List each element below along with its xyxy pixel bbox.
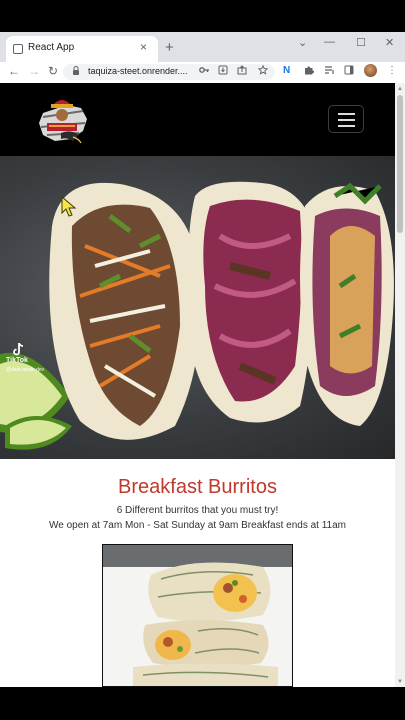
section-subtitle: 6 Different burritos that you must try! bbox=[116, 505, 279, 516]
page-favicon-icon bbox=[13, 44, 23, 54]
tab-close-icon[interactable]: × bbox=[140, 40, 147, 54]
burritos-photo bbox=[102, 544, 293, 687]
share-icon[interactable] bbox=[237, 65, 247, 78]
reload-button[interactable]: ↻ bbox=[48, 64, 58, 78]
close-window-button[interactable]: ✕ bbox=[385, 36, 394, 49]
reading-list-icon[interactable] bbox=[324, 65, 335, 78]
maximize-button[interactable]: ☐ bbox=[356, 36, 366, 49]
side-panel-icon[interactable] bbox=[344, 65, 354, 78]
browser-menu-icon[interactable]: ⋮ bbox=[387, 65, 397, 76]
tab-search-icon[interactable]: ⌄ bbox=[298, 36, 307, 49]
back-button[interactable]: ← bbox=[8, 64, 20, 78]
install-app-icon[interactable] bbox=[218, 65, 228, 78]
tab-title: React App bbox=[28, 42, 75, 53]
section-heading: Breakfast Burritos bbox=[118, 476, 277, 498]
hero-tacos-image bbox=[0, 156, 395, 459]
opening-hours: We open at 7am Mon - Sat Sunday at 9am B… bbox=[48, 520, 347, 531]
taquiza-logo[interactable] bbox=[33, 93, 91, 149]
extension-n-icon[interactable]: N bbox=[283, 65, 290, 76]
profile-avatar[interactable] bbox=[364, 64, 377, 77]
url-text[interactable]: taquiza-steet.onrender.... bbox=[88, 66, 188, 76]
minimize-button[interactable]: — bbox=[324, 36, 335, 48]
forward-button[interactable]: → bbox=[28, 64, 40, 78]
navbar-toggle-button[interactable] bbox=[328, 105, 364, 133]
tiktok-brand: TikTok bbox=[6, 357, 28, 364]
lock-icon[interactable] bbox=[72, 66, 80, 77]
extensions-puzzle-icon[interactable] bbox=[304, 65, 315, 78]
tiktok-handle: @dark.mode.dev bbox=[6, 367, 45, 373]
new-tab-button[interactable]: + bbox=[165, 39, 174, 56]
scrollbar-thumb[interactable] bbox=[397, 95, 403, 233]
bookmark-star-icon[interactable] bbox=[257, 64, 269, 78]
scroll-down-icon[interactable]: ▼ bbox=[397, 679, 403, 685]
tiktok-watermark: TikTok @dark.mode.dev bbox=[6, 342, 66, 377]
key-icon[interactable] bbox=[199, 65, 210, 78]
scroll-up-icon[interactable]: ▲ bbox=[397, 86, 403, 92]
mouse-cursor-icon bbox=[61, 195, 77, 218]
